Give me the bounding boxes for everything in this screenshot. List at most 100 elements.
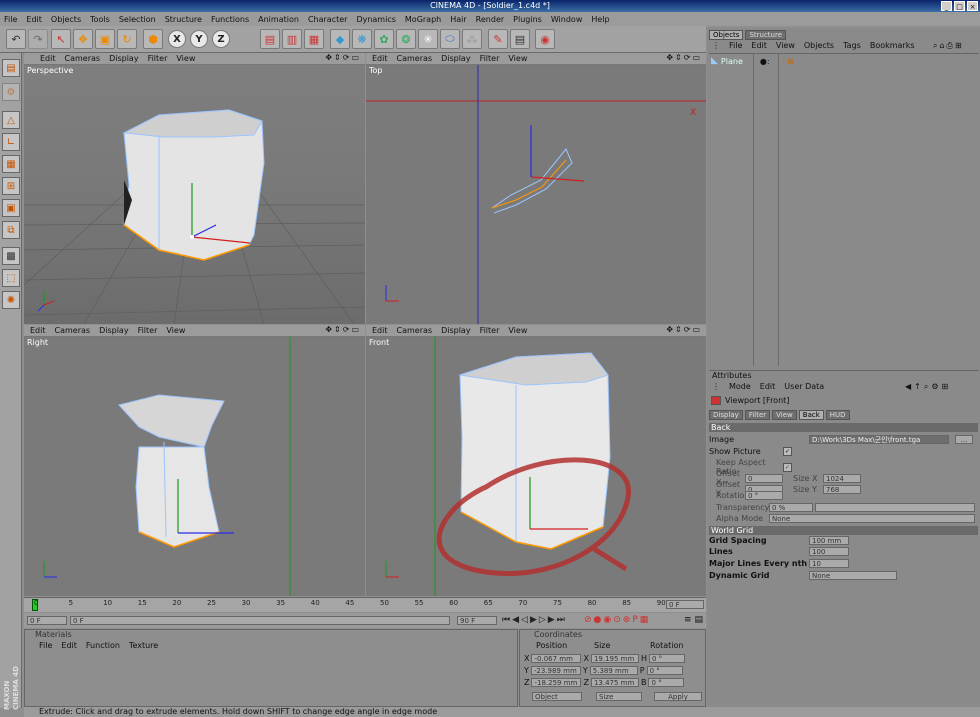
vp-menu-edit[interactable]: Edit [30, 326, 46, 335]
menu-objects[interactable]: Objects [51, 15, 81, 24]
objects-menu-bookmarks[interactable]: Bookmarks [870, 41, 915, 50]
preview-range-slider[interactable]: 0 F [70, 616, 450, 625]
render-settings-icon[interactable]: ▦ [304, 29, 324, 49]
menu-functions[interactable]: Functions [211, 15, 249, 24]
viewport-right[interactable]: Right [24, 337, 365, 596]
coord-apply-button[interactable]: Apply [654, 692, 702, 701]
vp-menu-edit[interactable]: Edit [40, 54, 56, 63]
vp-menu-filter[interactable]: Filter [138, 326, 158, 335]
soft-selection-icon[interactable]: ✺ [2, 291, 20, 309]
tab-back[interactable]: Back [798, 410, 824, 420]
alpha-mode-dropdown[interactable]: None [769, 514, 975, 523]
menu-animation[interactable]: Animation [258, 15, 299, 24]
end-frame-field[interactable]: 90 F [457, 616, 497, 625]
workplane-icon[interactable]: ⬚ [2, 269, 20, 287]
vp-menu-cameras[interactable]: Cameras [55, 326, 91, 335]
cube-icon[interactable]: ◆ [330, 29, 350, 49]
viewport-top[interactable]: X Top [366, 65, 706, 324]
dynamic-grid-dropdown[interactable]: None [809, 571, 897, 580]
model-mode-icon[interactable]: ⚙ [2, 83, 20, 101]
move-icon[interactable]: ✥ [73, 29, 93, 49]
viewport-front[interactable]: Front [366, 337, 706, 596]
make-editable-icon[interactable]: ▤ [2, 59, 20, 77]
coord-rotation-field[interactable]: 0 ° [648, 654, 685, 663]
tab-hud[interactable]: HUD [825, 410, 850, 420]
coord-mode-dropdown[interactable]: Object [532, 692, 582, 701]
z-axis-lock-icon[interactable]: Z [212, 30, 230, 48]
coord-position-field[interactable]: -23.989 mm [530, 666, 581, 675]
close-button[interactable]: × [967, 1, 978, 11]
objects-menu-edit[interactable]: Edit [751, 41, 767, 50]
vp-menu-filter[interactable]: Filter [148, 54, 168, 63]
menu-selection[interactable]: Selection [119, 15, 156, 24]
scale-icon[interactable]: ▣ [95, 29, 115, 49]
menu-tools[interactable]: Tools [90, 15, 110, 24]
minimize-button[interactable]: _ [941, 1, 952, 11]
points-mode-icon[interactable]: ⊞ [2, 177, 20, 195]
texture-mode-icon[interactable]: ▦ [2, 155, 20, 173]
playback-controls[interactable]: ⏮◀◁▶▷▶⏭ [502, 615, 567, 625]
image-path-field[interactable]: D:\Work\3Ds Max\군인\front.tga [809, 435, 949, 444]
light-icon[interactable]: ⁂ [462, 29, 482, 49]
start-frame-field[interactable]: 0 F [27, 616, 67, 625]
timeline[interactable]: 0 5 10 15 20 25 30 35 40 45 50 55 60 65 70 75 80 85 90 0 F [24, 597, 706, 612]
timeline-options-icons[interactable]: ≡▤ [684, 615, 706, 625]
vp-menu-cameras[interactable]: Cameras [65, 54, 101, 63]
vp-menu-cameras[interactable]: Cameras [397, 54, 433, 63]
lines-field[interactable]: 100 [809, 547, 849, 556]
attributes-menu-userdata[interactable]: User Data [784, 382, 824, 391]
object-list[interactable] [709, 53, 979, 366]
rotation-field[interactable]: 0 ° [745, 491, 783, 500]
current-frame-field[interactable]: 0 F [666, 600, 704, 609]
y-axis-lock-icon[interactable]: Y [190, 30, 208, 48]
object-item-plane[interactable]: ◣ Plane ●: ⁘⊠ [711, 56, 794, 66]
polygons-mode-icon[interactable]: ⧉ [2, 221, 20, 239]
vp-menu-display[interactable]: Display [441, 326, 471, 335]
image-browse-button[interactable]: ... [955, 435, 973, 444]
materials-menu-texture[interactable]: Texture [129, 641, 158, 650]
viewport-nav-icons[interactable]: ✥⇕⟳▭ [325, 53, 361, 62]
materials-menu-edit[interactable]: Edit [61, 641, 77, 650]
objects-search-icons[interactable]: ⌕⌂⎙⊞ [933, 41, 964, 51]
vp-menu-edit[interactable]: Edit [372, 326, 388, 335]
menu-render[interactable]: Render [476, 15, 504, 24]
rotate-icon[interactable]: ↻ [117, 29, 137, 49]
menu-mograph[interactable]: MoGraph [405, 15, 441, 24]
menu-edit[interactable]: Edit [26, 15, 42, 24]
menu-dynamics[interactable]: Dynamics [356, 15, 395, 24]
render-picture-viewer-icon[interactable]: ▥ [282, 29, 302, 49]
vp-menu-edit[interactable]: Edit [372, 54, 388, 63]
x-axis-lock-icon[interactable]: X [168, 30, 186, 48]
attributes-menu-edit[interactable]: Edit [760, 382, 776, 391]
menu-window[interactable]: Window [551, 15, 583, 24]
viewport-nav-icons[interactable]: ✥⇕⟳▭ [325, 325, 361, 334]
nurbs-icon[interactable]: ✿ [374, 29, 394, 49]
array-icon[interactable]: ❂ [396, 29, 416, 49]
record-keys-icons[interactable]: ⊘●◉⊙⊛P▦ [584, 615, 650, 625]
viewport-perspective[interactable]: Perspective [24, 65, 365, 324]
coord-size-field[interactable]: 19.195 mm [590, 654, 639, 663]
tag-icon[interactable]: ⁘⊠ [781, 57, 794, 66]
attributes-menu-mode[interactable]: Mode [729, 382, 751, 391]
coord-size-field[interactable]: 5.389 mm [589, 666, 638, 675]
coord-rotation-field[interactable]: 0 ° [648, 678, 685, 687]
vp-menu-view[interactable]: View [176, 54, 195, 63]
visibility-dots-icon[interactable]: ●: [760, 57, 770, 66]
coord-position-field[interactable]: -0.067 mm [531, 654, 582, 663]
vp-menu-view[interactable]: View [508, 326, 527, 335]
undo-icon[interactable]: ↶ [6, 29, 26, 49]
deformer-icon[interactable]: ✳ [418, 29, 438, 49]
objects-menu-tags[interactable]: Tags [843, 41, 861, 50]
viewport-nav-icons[interactable]: ✥⇕⟳▭ [666, 325, 702, 334]
tab-view[interactable]: View [772, 410, 797, 420]
bodypaint-icon[interactable]: ◉ [535, 29, 555, 49]
paint-icon[interactable]: ✎ [488, 29, 508, 49]
spline-icon[interactable]: ❋ [352, 29, 372, 49]
tab-filter[interactable]: Filter [744, 410, 771, 420]
vp-menu-filter[interactable]: Filter [480, 54, 500, 63]
object-mode-icon[interactable]: △ [2, 111, 20, 129]
menu-character[interactable]: Character [308, 15, 348, 24]
size-y-field[interactable]: 768 [823, 484, 861, 494]
menu-file[interactable]: File [4, 15, 17, 24]
layout-icon[interactable]: ▤ [510, 29, 530, 49]
